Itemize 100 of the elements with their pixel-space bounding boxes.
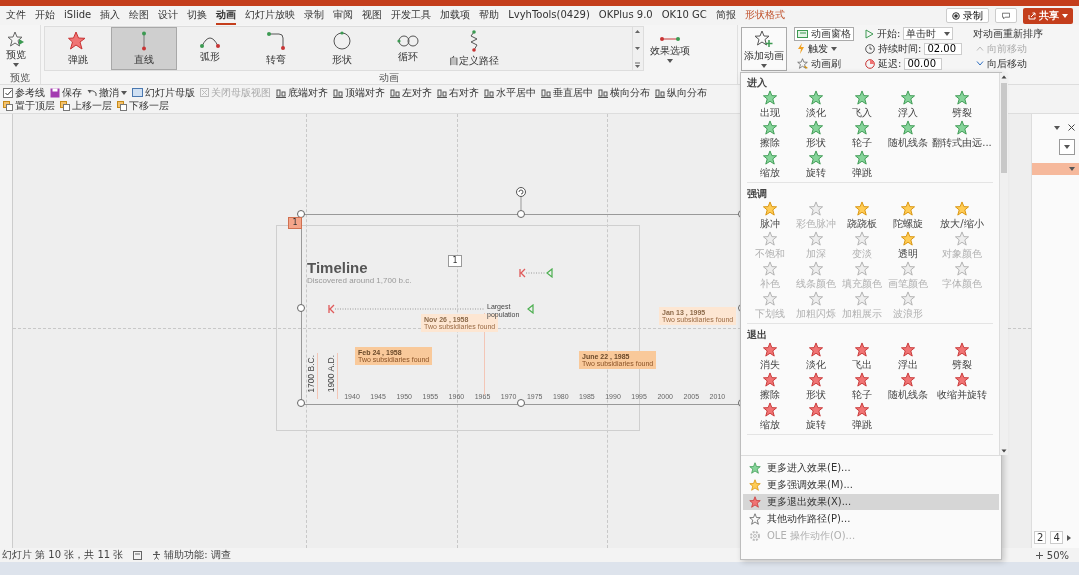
close-icon[interactable]	[1068, 124, 1075, 131]
menu-tab[interactable]: 设计	[158, 6, 179, 25]
toolbar-button[interactable]: 撤消	[87, 86, 127, 99]
notes-icon[interactable]	[133, 550, 143, 560]
more-icon[interactable]	[633, 61, 642, 70]
menu-item[interactable]: 其他动作路径(P)...	[743, 511, 999, 527]
toolbar-button[interactable]: 顶端对齐	[333, 86, 385, 99]
effect-option[interactable]: 旋转	[793, 402, 839, 432]
animation-option[interactable]: 转弯	[243, 27, 309, 70]
scroll-up-icon[interactable]	[1000, 73, 1008, 81]
effect-option[interactable]: 淡化	[793, 90, 839, 120]
animation-pane-button[interactable]: 动画窗格	[794, 26, 854, 41]
effect-option[interactable]: 飞出	[839, 342, 885, 372]
animation-option[interactable]: 弹跳	[45, 27, 111, 70]
start-dropdown[interactable]: 单击时	[903, 27, 954, 40]
animation-option[interactable]: 循环	[375, 27, 441, 70]
share-button[interactable]: 共享	[1023, 7, 1073, 24]
menu-tab[interactable]: 开发工具	[391, 6, 432, 25]
next-icon[interactable]	[1066, 534, 1071, 541]
toolbar-button[interactable]: 垂直居中	[541, 86, 593, 99]
scrollbar[interactable]	[999, 73, 1008, 455]
effect-option[interactable]: 弹跳	[839, 150, 885, 180]
effect-option[interactable]: 轮子	[839, 120, 885, 150]
menu-tab[interactable]: LvyhTools(0429)	[508, 8, 590, 23]
guides-checkbox[interactable]: 参考线	[3, 86, 45, 99]
resize-handle[interactable]	[297, 399, 305, 407]
effect-option[interactable]: 放大/缩小	[931, 201, 993, 231]
toolbar-button[interactable]: 保存	[50, 86, 82, 99]
menu-item[interactable]: 更多退出效果(X)...	[743, 494, 999, 510]
toolbar-button[interactable]: 幻灯片母版	[132, 86, 195, 99]
trigger-button[interactable]: 触发	[794, 41, 854, 56]
resize-handle[interactable]	[297, 304, 305, 312]
duration-field[interactable]: 02.00	[924, 42, 963, 55]
zoom-in-icon[interactable]	[1035, 551, 1043, 559]
effect-option[interactable]: 随机线条	[885, 120, 931, 150]
effect-option[interactable]: 旋转	[793, 150, 839, 180]
menu-tab[interactable]: 绘图	[129, 6, 150, 25]
effect-option[interactable]: 形状	[793, 120, 839, 150]
scroll-down-icon[interactable]	[633, 44, 642, 53]
effect-option[interactable]: 飞入	[839, 90, 885, 120]
toolbar-button[interactable]: 左对齐	[390, 86, 432, 99]
menu-tab[interactable]: 审阅	[333, 6, 354, 25]
effect-option[interactable]: 收缩并旋转	[931, 372, 993, 402]
effect-option[interactable]: 出现	[747, 90, 793, 120]
toolbar-button[interactable]: 下移一层	[117, 99, 169, 112]
toolbar-button[interactable]: 右对齐	[437, 86, 479, 99]
menu-item[interactable]: 更多强调效果(M)...	[743, 477, 999, 493]
effect-option[interactable]: 翻转式由远...	[931, 120, 993, 150]
menu-tab[interactable]: iSlide	[64, 8, 92, 23]
effect-option[interactable]: 轮子	[839, 372, 885, 402]
effect-option[interactable]: 浮出	[885, 342, 931, 372]
add-animation-button[interactable]: 添加动画	[741, 26, 787, 71]
menu-item[interactable]: 更多进入效果(E)...	[743, 460, 999, 476]
delay-field[interactable]: 00.00	[904, 57, 943, 70]
effect-option[interactable]: 擦除	[747, 120, 793, 150]
toolbar-button[interactable]: 底端对齐	[276, 86, 328, 99]
toolbar-button[interactable]: 横向分布	[598, 86, 650, 99]
menu-tab[interactable]: 帮助	[479, 6, 500, 25]
menu-tab[interactable]: 加载项	[440, 6, 471, 25]
menu-tab[interactable]: OK10 GC	[661, 8, 707, 23]
effect-option[interactable]: 跷跷板	[839, 201, 885, 231]
menu-tab[interactable]: 插入	[100, 6, 121, 25]
resize-handle[interactable]	[517, 399, 525, 407]
animation-option[interactable]: 直线	[111, 27, 177, 70]
menu-tab[interactable]: 开始	[35, 6, 55, 25]
effect-option[interactable]: 消失	[747, 342, 793, 372]
menu-tab[interactable]: 录制	[304, 6, 325, 25]
toolbar-button[interactable]: 置于顶层	[3, 99, 55, 112]
preview-button[interactable]: 预览	[3, 26, 29, 71]
comment-button[interactable]	[995, 8, 1017, 23]
resize-handle[interactable]	[517, 210, 525, 218]
menu-tab[interactable]: 视图	[362, 6, 383, 25]
zoom-level[interactable]: 50%	[1046, 549, 1069, 561]
effect-option[interactable]: 随机线条	[885, 372, 931, 402]
toolbar-button[interactable]: 上移一层	[60, 99, 112, 112]
record-button[interactable]: 录制	[946, 8, 989, 23]
effect-option[interactable]: 浮入	[885, 90, 931, 120]
animation-painter-button[interactable]: 动画刷	[794, 56, 854, 71]
dropdown-button[interactable]	[1059, 139, 1075, 155]
accessibility-status[interactable]: 辅助功能: 调查	[164, 548, 231, 562]
menu-tab[interactable]: 形状格式	[744, 6, 785, 25]
effect-option[interactable]: 劈裂	[931, 90, 993, 120]
animation-option[interactable]: 弧形	[177, 27, 243, 70]
effect-option[interactable]: 淡化	[793, 342, 839, 372]
menu-tab[interactable]: 简报	[715, 6, 736, 25]
effect-option[interactable]: 脉冲	[747, 201, 793, 231]
effect-option[interactable]: 擦除	[747, 372, 793, 402]
effect-options-button[interactable]: 效果选项	[647, 26, 693, 71]
menu-tab[interactable]: 幻灯片放映	[245, 6, 296, 25]
effect-option[interactable]: 透明	[885, 231, 931, 261]
scroll-up-icon[interactable]	[633, 27, 642, 36]
menu-tab[interactable]: 切换	[187, 6, 208, 25]
checkbox[interactable]	[3, 87, 13, 98]
menu-tab[interactable]: 文件	[6, 6, 26, 25]
menu-tab[interactable]: OKPlus 9.0	[598, 8, 653, 23]
effect-option[interactable]: 劈裂	[931, 342, 993, 372]
toolbar-button[interactable]: 纵向分布	[655, 86, 707, 99]
effect-option[interactable]: 缩放	[747, 150, 793, 180]
scroll-down-icon[interactable]	[1000, 447, 1008, 455]
effect-option[interactable]: 形状	[793, 372, 839, 402]
